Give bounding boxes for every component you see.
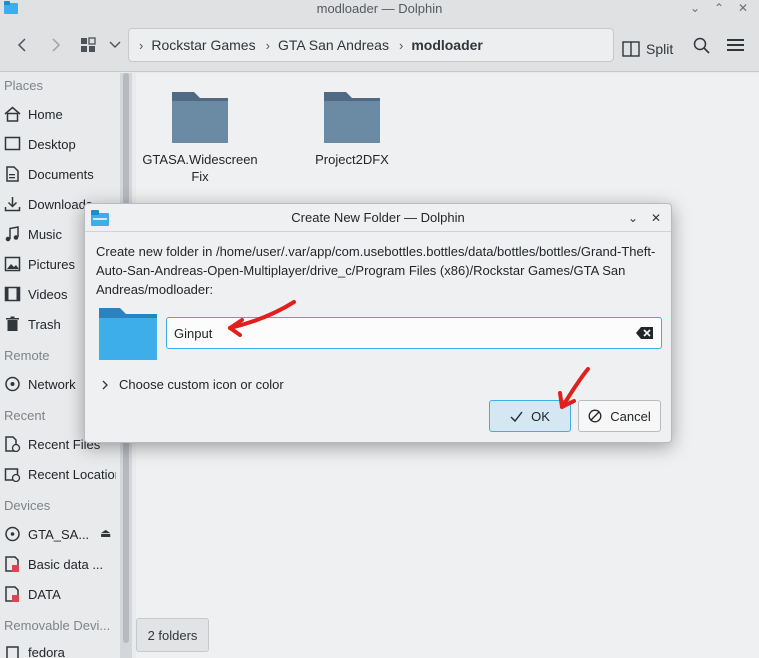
checkmark-icon <box>510 411 523 422</box>
ok-label: OK <box>531 408 550 424</box>
forward-button[interactable] <box>44 32 68 58</box>
folder-icon <box>324 92 380 143</box>
sidebar-item-label: fedora <box>28 644 65 658</box>
sidebar-item-label: Downloads <box>28 196 93 212</box>
location-breadcrumb[interactable]: › Rockstar Games › GTA San Andreas › mod… <box>128 28 614 62</box>
sidebar-item-label: GTA_SA... <box>28 526 90 542</box>
folder-item[interactable]: Project2DFX <box>292 89 412 168</box>
cancel-button[interactable]: Cancel <box>578 400 661 432</box>
chevron-left-icon <box>17 38 26 52</box>
main-toolbar: › Rockstar Games › GTA San Andreas › mod… <box>0 18 759 72</box>
breadcrumb-current[interactable]: modloader <box>411 37 483 53</box>
sidebar-item-home[interactable]: Home <box>4 103 116 125</box>
folder-name-input[interactable] <box>166 317 662 349</box>
recent-locations-icon <box>4 468 21 482</box>
drive-warning-icon <box>5 586 19 602</box>
sidebar-item-fedora[interactable]: fedora <box>4 641 116 658</box>
sidebar-item-label: Music <box>28 226 62 242</box>
search-button[interactable] <box>690 32 712 58</box>
sidebar-item-device-basic-data[interactable]: Basic data ... <box>4 553 116 575</box>
sidebar-item-label: Videos <box>28 286 68 302</box>
breadcrumb-root-chevron-icon[interactable]: › <box>129 38 151 53</box>
music-icon <box>5 226 19 242</box>
sidebar-item-label: Network <box>28 376 76 392</box>
hamburger-menu-icon <box>726 39 744 51</box>
sidebar-item-label: Recent Locations <box>28 466 116 482</box>
sidebar-item-label: Documents <box>28 166 94 182</box>
folder-count: 2 folders <box>147 627 198 643</box>
maximize-icon[interactable]: ⌃ <box>711 0 727 16</box>
icon-view-icon <box>81 37 96 52</box>
sidebar-item-device-data[interactable]: DATA <box>4 583 116 605</box>
folder-icon <box>172 92 228 143</box>
split-view-icon <box>622 41 640 57</box>
sidebar-item-device-gta[interactable]: GTA_SA... <box>4 523 96 545</box>
dialog-message: Create new folder in /home/user/.var/app… <box>96 244 656 297</box>
drive-warning-icon <box>5 556 19 572</box>
home-icon <box>4 106 21 122</box>
sidebar-item-label: Trash <box>28 316 61 332</box>
split-label: Split <box>646 41 674 57</box>
sidebar-item-label: Basic data ... <box>28 556 104 572</box>
cancel-icon <box>588 409 602 423</box>
folder-name: GTASA.Widescreen Fix <box>142 152 258 184</box>
sidebar-item-recent-locations[interactable]: Recent Locations <box>4 463 116 485</box>
sidebar-section-remote: Remote <box>4 348 50 363</box>
chevron-right-icon <box>102 380 108 389</box>
search-icon <box>693 37 710 54</box>
sidebar-item-label: Desktop <box>28 136 76 152</box>
status-bar: 2 folders <box>136 618 209 652</box>
sidebar-section-places: Places <box>4 78 44 93</box>
hamburger-menu-button[interactable] <box>724 32 746 58</box>
sidebar-section-recent: Recent <box>4 408 46 423</box>
usb-drive-icon <box>6 646 19 658</box>
sidebar-item-label: DATA <box>28 586 61 602</box>
breadcrumb-item[interactable]: Rockstar Games <box>151 37 255 53</box>
network-icon <box>5 376 20 392</box>
sidebar-item-documents[interactable]: Documents <box>4 163 116 185</box>
custom-icon-label: Choose custom icon or color <box>119 377 284 392</box>
folder-name: Project2DFX <box>315 152 389 167</box>
view-mode-dropdown[interactable] <box>106 32 124 58</box>
window-titlebar: modloader — Dolphin ⌄ ⌃ ✕ <box>0 0 759 18</box>
chevron-right-icon <box>52 38 61 52</box>
dialog-title: Create New Folder — Dolphin <box>291 210 465 225</box>
dialog-titlebar: Create New Folder — Dolphin ⌄ ✕ <box>85 204 671 232</box>
dialog-close-icon[interactable]: ✕ <box>648 210 664 226</box>
minimize-icon[interactable]: ⌄ <box>687 0 703 16</box>
clear-text-icon[interactable] <box>636 325 654 341</box>
ok-button[interactable]: OK <box>489 400 571 432</box>
chevron-down-icon <box>109 41 121 48</box>
breadcrumb-item[interactable]: GTA San Andreas <box>278 37 389 53</box>
desktop-icon <box>4 136 21 151</box>
create-folder-dialog: Create New Folder — Dolphin ⌄ ✕ Create n… <box>84 203 672 443</box>
breadcrumb-separator-icon[interactable]: › <box>256 38 278 53</box>
cancel-label: Cancel <box>610 408 651 424</box>
window-title: modloader — Dolphin <box>316 1 443 16</box>
download-icon <box>4 197 21 212</box>
pictures-icon <box>4 256 21 272</box>
back-button[interactable] <box>10 32 34 58</box>
dialog-minimize-icon[interactable]: ⌄ <box>625 210 641 226</box>
close-icon[interactable]: ✕ <box>735 0 751 16</box>
breadcrumb-separator-icon[interactable]: › <box>389 38 411 53</box>
videos-icon <box>4 286 21 302</box>
folder-item[interactable]: GTASA.Widescreen Fix <box>140 89 260 185</box>
custom-icon-expander[interactable]: Choose custom icon or color <box>101 377 284 392</box>
view-mode-button[interactable] <box>78 32 98 58</box>
sidebar-item-desktop[interactable]: Desktop <box>4 133 116 155</box>
documents-icon <box>6 166 19 182</box>
trash-icon <box>6 316 19 331</box>
new-folder-preview-icon <box>99 308 157 360</box>
split-button[interactable]: Split <box>622 36 673 62</box>
disc-drive-icon <box>5 526 20 542</box>
sidebar-item-label: Home <box>28 106 63 122</box>
sidebar-section-removable: Removable Devi... <box>4 618 111 633</box>
eject-icon[interactable]: ⏏ <box>100 526 111 540</box>
recent-files-icon <box>5 436 21 452</box>
sidebar-item-label: Pictures <box>28 256 75 272</box>
sidebar-section-devices: Devices <box>4 498 51 513</box>
